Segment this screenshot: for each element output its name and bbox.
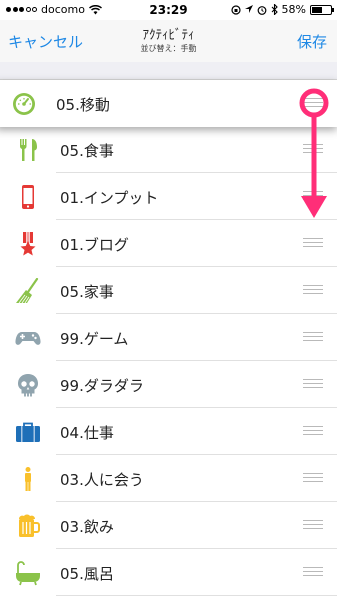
bluetooth-icon	[271, 4, 278, 15]
list-item-label: 05.風呂	[60, 565, 114, 583]
list-item[interactable]: 05.食事	[0, 126, 337, 173]
list-item-label: 99.ゲーム	[60, 330, 129, 348]
section-gap	[0, 62, 337, 80]
list-item[interactable]: 05.家事	[0, 267, 337, 314]
speedometer-icon	[13, 93, 35, 115]
reorder-handle[interactable]	[303, 144, 323, 154]
medal-star-icon	[20, 232, 36, 256]
list-item-label: 04.仕事	[60, 424, 114, 442]
list-item[interactable]: 04.仕事	[0, 408, 337, 455]
location-icon	[244, 4, 253, 13]
skull-icon	[18, 374, 38, 397]
list-item[interactable]: 01.インプット	[0, 173, 337, 220]
smartphone-icon	[22, 185, 34, 209]
list-item-label: 01.インプット	[60, 189, 159, 207]
reorder-handle[interactable]	[303, 332, 323, 342]
alarm-icon	[257, 5, 266, 15]
list-item-label: 05.家事	[60, 283, 114, 301]
reorder-handle[interactable]	[303, 426, 323, 436]
bathtub-icon	[16, 561, 40, 586]
rotation-lock-icon	[230, 4, 241, 15]
reorder-handle[interactable]	[303, 98, 323, 108]
save-button[interactable]: 保存	[297, 31, 327, 52]
reorder-handle[interactable]	[303, 520, 323, 530]
reorder-handle[interactable]	[303, 238, 323, 248]
battery-icon	[310, 4, 334, 15]
reorder-handle[interactable]	[303, 473, 323, 483]
list-item[interactable]: 99.ゲーム	[0, 314, 337, 361]
battery-level	[312, 6, 323, 13]
page-title: ｱｸﾃｨﾋﾞﾃｨ	[142, 28, 195, 43]
status-indicators: 58%	[230, 3, 334, 16]
list-item[interactable]: 01.ブログ	[0, 220, 337, 267]
fork-knife-icon	[19, 139, 37, 161]
beer-mug-icon	[19, 514, 40, 537]
list-item[interactable]: 03.飲み	[0, 502, 337, 549]
reorder-handle[interactable]	[303, 285, 323, 295]
reorder-handle[interactable]	[303, 379, 323, 389]
status-bar: docomo 23:29 58%	[0, 0, 337, 20]
briefcase-icon	[16, 422, 40, 442]
list-item-label: 01.ブログ	[60, 236, 129, 254]
navigation-bar: キャンセル ｱｸﾃｨﾋﾞﾃｨ 並び替え：手動 保存	[0, 20, 337, 62]
reorder-handle[interactable]	[303, 567, 323, 577]
list-item-label: 05.食事	[60, 142, 114, 160]
list-item[interactable]: 03.人に会う	[0, 455, 337, 502]
person-icon	[25, 467, 31, 491]
list-item[interactable]: 99.ダラダラ	[0, 361, 337, 408]
list-item-label: 05.移動	[56, 96, 110, 114]
sort-mode-subtitle: 並び替え：手動	[140, 44, 197, 53]
list-item-dragging[interactable]: 05.移動	[0, 80, 337, 127]
reorder-handle[interactable]	[303, 191, 323, 201]
battery-percent: 58%	[281, 3, 306, 16]
gamepad-icon	[15, 332, 41, 345]
list-item[interactable]: 05.風呂	[0, 549, 337, 596]
list-item-label: 03.飲み	[60, 518, 114, 536]
broom-icon	[16, 278, 39, 304]
list-item-label: 99.ダラダラ	[60, 377, 144, 395]
list-item-label: 03.人に会う	[60, 471, 144, 489]
